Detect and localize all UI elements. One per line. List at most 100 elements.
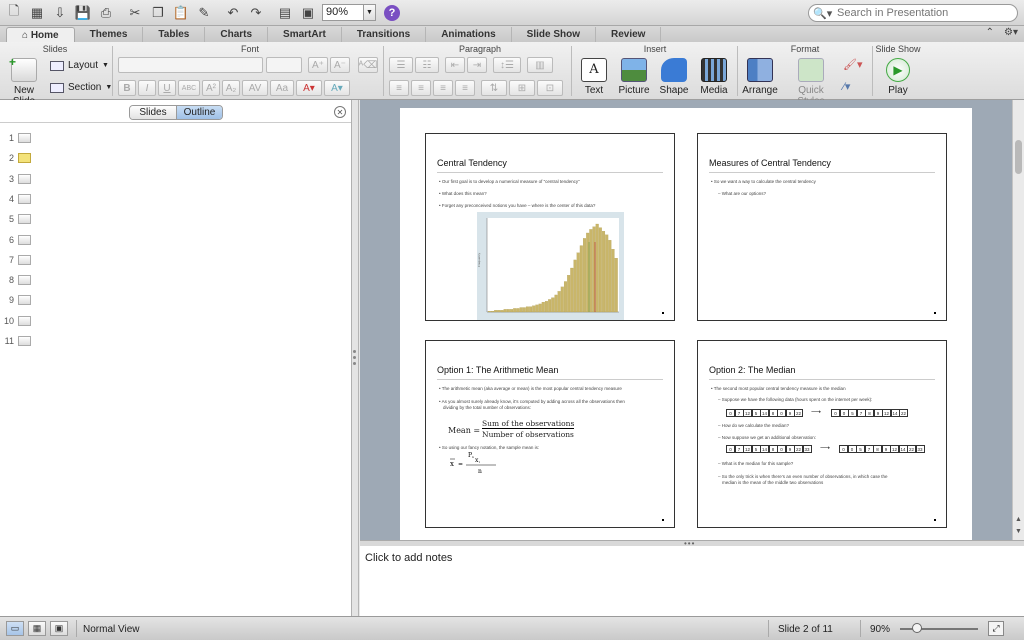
cut-icon[interactable]: ✂	[124, 3, 146, 23]
superscript-icon[interactable]: A²	[202, 80, 220, 96]
tab-slide-show[interactable]: Slide Show	[512, 27, 596, 42]
tab-home[interactable]: ⌂ Home	[6, 27, 75, 42]
align-right-icon[interactable]: ≡	[433, 80, 453, 96]
align-center-icon[interactable]: ≡	[411, 80, 431, 96]
outline-slide-3[interactable]: 3	[0, 169, 340, 189]
tab-transitions[interactable]: Transitions	[342, 27, 427, 42]
play-button[interactable]: ▶ Play	[876, 58, 920, 96]
clear-format-icon[interactable]: ᴬ⌫	[358, 57, 378, 73]
text-effects-icon[interactable]: A▾	[324, 80, 350, 96]
section-button[interactable]: Section ▼	[50, 82, 112, 93]
outline-slide-7[interactable]: 7	[0, 250, 340, 270]
outline-slide-5[interactable]: 5	[0, 209, 340, 229]
help-icon[interactable]: ?	[384, 4, 400, 21]
tab-review[interactable]: Review	[596, 27, 662, 42]
normal-view-icon[interactable]: ▭	[6, 621, 24, 636]
decrease-indent-icon[interactable]: ⇤	[445, 57, 465, 73]
paste-icon[interactable]: 📋	[170, 3, 192, 23]
font-color-icon[interactable]: A▾	[296, 80, 322, 96]
outline-slide-8[interactable]: 8	[0, 270, 340, 290]
convert-smartart-icon[interactable]: ⊡	[537, 80, 563, 96]
redo-icon[interactable]: ↷	[245, 3, 267, 23]
arrange-button[interactable]: Arrange	[738, 58, 782, 96]
outline-slide-11[interactable]: 11	[0, 331, 340, 351]
bold-icon[interactable]: B	[118, 80, 136, 96]
shape-button[interactable]: Shape	[652, 58, 696, 96]
bullets-icon[interactable]: ☰	[389, 57, 413, 73]
outline-slide-6[interactable]: 6	[0, 230, 340, 250]
char-spacing-icon[interactable]: AV	[242, 80, 268, 96]
tab-themes[interactable]: Themes	[75, 27, 144, 42]
align-text-icon[interactable]: ⊞	[509, 80, 535, 96]
tab-slides-pane[interactable]: Slides	[130, 106, 176, 119]
shrink-font-icon[interactable]: A⁻	[330, 57, 350, 73]
print-icon[interactable]: ⎙	[95, 3, 117, 23]
font-size-field[interactable]	[266, 57, 302, 73]
slide-sorter-view-icon[interactable]: ▦	[28, 621, 46, 636]
chevron-down-icon[interactable]: ▼	[364, 4, 376, 21]
scroll-thumb[interactable]	[1015, 140, 1022, 174]
shape-fill-icon[interactable]: 🖌▾	[843, 58, 869, 74]
outline-slide-10[interactable]: 10	[0, 311, 340, 331]
font-name-field[interactable]	[118, 57, 263, 73]
tab-tables[interactable]: Tables	[143, 27, 206, 42]
open-icon[interactable]: ⇩	[49, 3, 71, 23]
justify-icon[interactable]: ≡	[455, 80, 475, 96]
tab-animations[interactable]: Animations	[426, 27, 512, 42]
italic-icon[interactable]: I	[138, 80, 156, 96]
scroll-down-icon[interactable]: ▼	[1015, 528, 1022, 535]
slide-sorter-icon[interactable]: ▤	[274, 3, 296, 23]
grow-font-icon[interactable]: A⁺	[308, 57, 328, 73]
increase-indent-icon[interactable]: ⇥	[467, 57, 487, 73]
slide-thumbnail-3[interactable]: Option 1: The Arithmetic Mean • The arit…	[425, 340, 675, 528]
text-box-button[interactable]: A Text	[572, 58, 616, 96]
columns-icon[interactable]: ▥	[527, 57, 553, 73]
slide-show-view-icon[interactable]: ▣	[50, 621, 68, 636]
zoom-select[interactable]: 90%	[322, 4, 364, 21]
group-title-format: Format	[790, 44, 820, 54]
slide-thumbnail-1[interactable]: Central Tendency • Our first goal is to …	[425, 133, 675, 321]
strikethrough-icon[interactable]: ABC	[178, 80, 200, 96]
tab-charts[interactable]: Charts	[205, 27, 269, 42]
text-direction-icon[interactable]: ⇅	[481, 80, 507, 96]
tab-outline-pane[interactable]: Outline	[176, 106, 222, 119]
outline-slide-9[interactable]: 9	[0, 290, 340, 310]
numbering-icon[interactable]: ☷	[415, 57, 439, 73]
scroll-up-icon[interactable]: ▲	[1015, 516, 1022, 523]
search-box[interactable]: 🔍▾	[808, 4, 1018, 22]
slide-thumbnail-4[interactable]: Option 2: The Median • The second most p…	[697, 340, 947, 528]
media-browser-icon[interactable]: ▣	[297, 3, 319, 23]
outline-slide-2[interactable]: 2	[0, 148, 340, 168]
undo-icon[interactable]: ↶	[222, 3, 244, 23]
svg-text:n: n	[478, 468, 482, 475]
picture-button[interactable]: Picture	[612, 58, 656, 96]
format-painter-icon[interactable]: ✎	[193, 3, 215, 23]
slide-number: 9	[8, 295, 14, 306]
outline-slide-4[interactable]: 4	[0, 189, 340, 209]
new-icon[interactable]: 🗋	[3, 3, 25, 23]
fit-to-window-icon[interactable]: ⤢	[988, 621, 1004, 636]
copy-icon[interactable]: ❐	[147, 3, 169, 23]
media-button[interactable]: Media	[692, 58, 736, 96]
close-icon[interactable]: ✕	[334, 106, 346, 118]
shape-line-icon[interactable]: ∕▾	[843, 80, 869, 96]
gear-icon[interactable]: ⚙▾	[1004, 27, 1018, 38]
slide-number: 2	[8, 153, 14, 164]
gallery-icon[interactable]: ▦	[26, 3, 48, 23]
align-left-icon[interactable]: ≡	[389, 80, 409, 96]
collapse-ribbon-icon[interactable]: ⌃	[986, 27, 994, 38]
slide-thumbnail-2[interactable]: Measures of Central Tendency • So we wan…	[697, 133, 947, 321]
subscript-icon[interactable]: A₂	[222, 80, 240, 96]
zoom-slider-knob[interactable]	[912, 623, 922, 633]
change-case-icon[interactable]: Aa	[270, 80, 294, 96]
search-input[interactable]	[837, 7, 1007, 19]
line-spacing-icon[interactable]: ↕☰	[493, 57, 521, 73]
notes-pane[interactable]: Click to add notes	[360, 546, 1024, 616]
underline-icon[interactable]: U	[158, 80, 176, 96]
save-icon[interactable]: 💾	[72, 3, 94, 23]
layout-button[interactable]: Layout ▼	[50, 60, 109, 71]
pane-splitter[interactable]	[352, 100, 359, 616]
outline-slide-1[interactable]: 1	[0, 128, 340, 148]
tab-smartart[interactable]: SmartArt	[268, 27, 342, 42]
vertical-scrollbar[interactable]: ▲ ▼	[1012, 100, 1024, 540]
